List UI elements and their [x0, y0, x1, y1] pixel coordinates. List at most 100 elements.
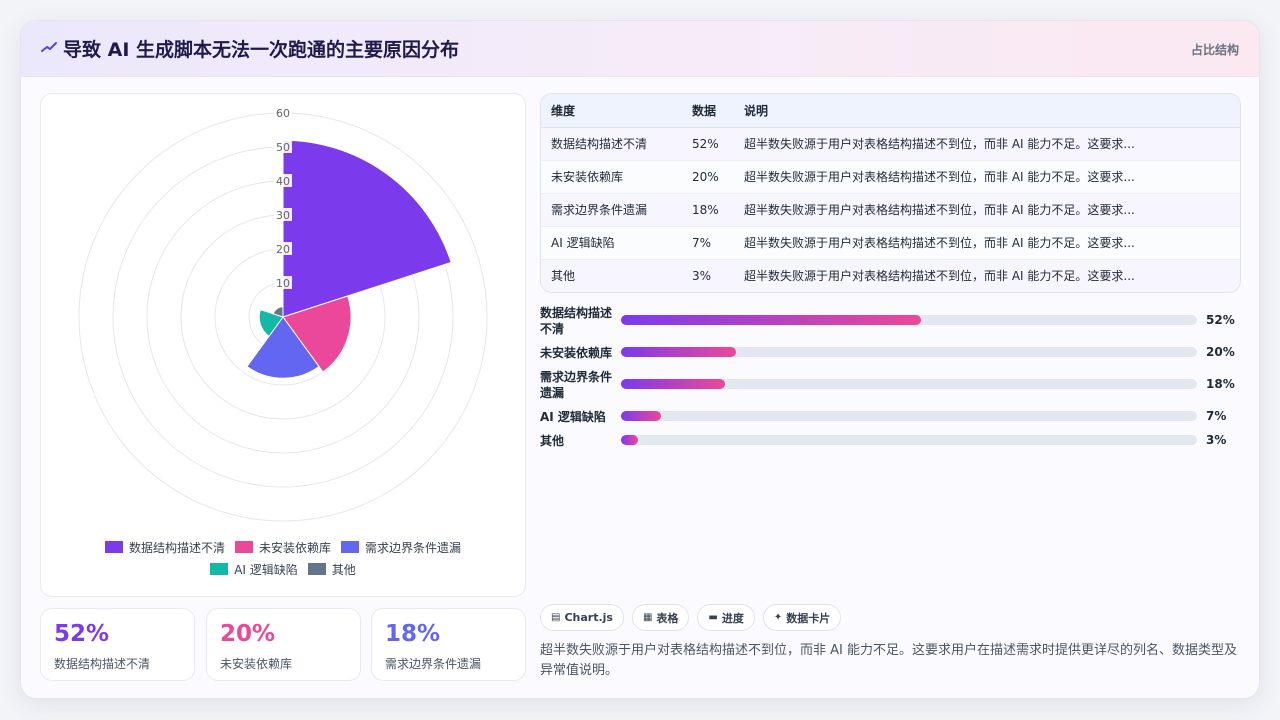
table-row: 未安装依赖库 20% 超半数失败源于用户对表格结构描述不到位，而非 AI 能力不… [541, 160, 1240, 194]
progress-fill [621, 411, 662, 421]
progress-label: 未安装依赖库 [540, 346, 613, 360]
pill-progress[interactable]: ▬ 进度 [697, 604, 755, 631]
legend-row: AI 逻辑缺陷 其他 [41, 558, 525, 580]
progress-value: 7% [1206, 409, 1227, 423]
progress-value: 3% [1206, 433, 1227, 447]
stat-value: 20% [220, 621, 276, 647]
pill-label: 数据卡片 [786, 611, 831, 625]
stat-card: 52% 数据结构描述不清 [40, 608, 195, 681]
progress-value: 20% [1206, 345, 1235, 359]
progress-label: 数据结构描述不清 [540, 306, 613, 336]
polar-wedge [282, 139, 452, 318]
legend-label: 未安装依赖库 [258, 540, 331, 555]
legend-label: 数据结构描述不清 [128, 540, 225, 555]
progress-track [621, 315, 1197, 325]
legend-item[interactable]: 未安装依赖库 [234, 539, 331, 556]
pill-chartjs[interactable]: ▤ Chart.js [540, 604, 624, 631]
table-cell: 数据结构描述不清 [541, 127, 682, 161]
table-cell: AI 逻辑缺陷 [541, 226, 682, 260]
progress-track [621, 379, 1197, 389]
polar-chart-panel: 10 20 30 40 50 60 数据结构描述不清 未安装依赖库 需求边界条件遗漏 AI 逻辑… [40, 93, 526, 597]
stat-value: 18% [385, 621, 441, 647]
table-cell: 超半数失败源于用户对表格结构描述不到位，而非 AI 能力不足。这要求... [734, 226, 1240, 260]
data-table-container: 维度 数据 说明 数据结构描述不清 52% 超半数失败源于用户对表格结构描述不到… [540, 93, 1241, 293]
progress-fill [621, 435, 639, 445]
legend-swatch [341, 541, 359, 553]
progress-fill [621, 347, 737, 357]
table-header-row: 维度 数据 说明 [541, 94, 1240, 128]
table-row: AI 逻辑缺陷 7% 超半数失败源于用户对表格结构描述不到位，而非 AI 能力不… [541, 226, 1240, 260]
header-bar: 导致 AI 生成脚本无法一次跑通的主要原因分布 占比结构 [21, 21, 1259, 77]
legend-label: 其他 [331, 562, 356, 577]
table-row: 其他 3% 超半数失败源于用户对表格结构描述不到位，而非 AI 能力不足。这要求… [541, 259, 1240, 292]
table-icon: ▦ [642, 612, 653, 623]
table-cell: 超半数失败源于用户对表格结构描述不到位，而非 AI 能力不足。这要求... [734, 193, 1240, 227]
progress-icon: ▬ [708, 612, 718, 623]
chart-line-icon [41, 42, 57, 52]
stat-label: 需求边界条件遗漏 [385, 657, 482, 671]
stat-card: 20% 未安装依赖库 [206, 608, 361, 681]
stat-label: 未安装依赖库 [220, 657, 293, 671]
chart-icon: ▤ [551, 612, 561, 623]
r-tick-label: 40 [276, 175, 290, 188]
r-tick-label: 10 [276, 277, 290, 290]
table-header-cell: 数据 [682, 94, 734, 128]
table-header-cell: 说明 [734, 94, 1240, 128]
r-tick-label: 30 [276, 209, 290, 222]
table-cell: 7% [682, 226, 734, 260]
table-cell: 3% [692, 268, 712, 283]
progress-value: 18% [1206, 377, 1235, 391]
legend-label: 需求边界条件遗漏 [365, 540, 462, 555]
legend-item[interactable]: 数据结构描述不清 [104, 539, 225, 556]
legend-item[interactable]: AI 逻辑缺陷 [210, 561, 298, 578]
data-table: 维度 数据 说明 数据结构描述不清 52% 超半数失败源于用户对表格结构描述不到… [541, 94, 1240, 292]
legend-row: 数据结构描述不清 未安装依赖库 需求边界条件遗漏 [41, 536, 525, 558]
legend-item[interactable]: 其他 [307, 561, 356, 578]
progress-label: 需求边界条件遗漏 [540, 370, 613, 400]
table-cell: 未安装依赖库 [541, 160, 682, 194]
progress-label: AI 逻辑缺陷 [540, 410, 606, 424]
legend-item[interactable]: 需求边界条件遗漏 [341, 539, 461, 556]
stat-card: 18% 需求边界条件遗漏 [371, 608, 526, 681]
legend-swatch [307, 563, 326, 575]
chart-legend: 数据结构描述不清 未安装依赖库 需求边界条件遗漏 AI 逻辑缺陷 其他 [41, 536, 525, 580]
progress-label: 其他 [540, 434, 565, 448]
polar-area-chart: 10 20 30 40 50 60 [78, 106, 488, 522]
progress-fill [621, 315, 921, 325]
table-row: 需求边界条件遗漏 18% 超半数失败源于用户对表格结构描述不到位，而非 AI 能… [541, 193, 1240, 227]
legend-swatch [210, 563, 229, 575]
pill-data-card[interactable]: ✦ 数据卡片 [762, 604, 842, 631]
legend-swatch [104, 541, 123, 553]
sparkle-icon: ✦ [773, 612, 783, 623]
pill-label: Chart.js [564, 611, 613, 624]
table-cell: 其他 [551, 269, 576, 284]
table-cell: 20% [682, 160, 734, 194]
progress-track [621, 435, 1197, 445]
progress-track [621, 347, 1197, 357]
progress-fill [621, 379, 725, 389]
r-tick-label: 20 [276, 243, 290, 256]
progress-track [621, 411, 1197, 421]
insight-description: 超半数失败源于用户对表格结构描述不到位，而非 AI 能力不足。这要求用户在描述需… [540, 643, 1237, 678]
stat-label: 数据结构描述不清 [54, 657, 151, 671]
table-cell: 18% [682, 193, 734, 227]
pill-label: 表格 [656, 611, 679, 625]
table-cell: 超半数失败源于用户对表格结构描述不到位，而非 AI 能力不足。这要求... [734, 127, 1240, 161]
legend-label: AI 逻辑缺陷 [234, 562, 298, 577]
dashboard-card: 导致 AI 生成脚本无法一次跑通的主要原因分布 占比结构 10 20 30 40 50 6… [20, 20, 1260, 699]
header-tag: 占比结构 [1190, 43, 1239, 57]
table-cell: 超半数失败源于用户对表格结构描述不到位，而非 AI 能力不足。这要求... [734, 160, 1240, 194]
table-header-cell: 维度 [541, 94, 682, 128]
table-row: 数据结构描述不清 52% 超半数失败源于用户对表格结构描述不到位，而非 AI 能… [541, 127, 1240, 161]
pill-label: 进度 [721, 611, 744, 625]
progress-value: 52% [1206, 313, 1235, 327]
legend-swatch [234, 541, 253, 553]
table-cell: 需求边界条件遗漏 [541, 193, 682, 227]
r-tick-label: 60 [276, 107, 290, 120]
feature-pills: ▤ Chart.js ▦ 表格 ▬ 进度 ✦ 数据卡片 [540, 604, 842, 631]
table-cell: 52% [682, 127, 734, 161]
page-title: 导致 AI 生成脚本无法一次跑通的主要原因分布 [63, 39, 460, 61]
table-cell: 超半数失败源于用户对表格结构描述不到位，而非 AI 能力不足。这要求... [744, 269, 1135, 284]
r-tick-label: 50 [276, 141, 290, 154]
pill-table[interactable]: ▦ 表格 [631, 604, 690, 631]
